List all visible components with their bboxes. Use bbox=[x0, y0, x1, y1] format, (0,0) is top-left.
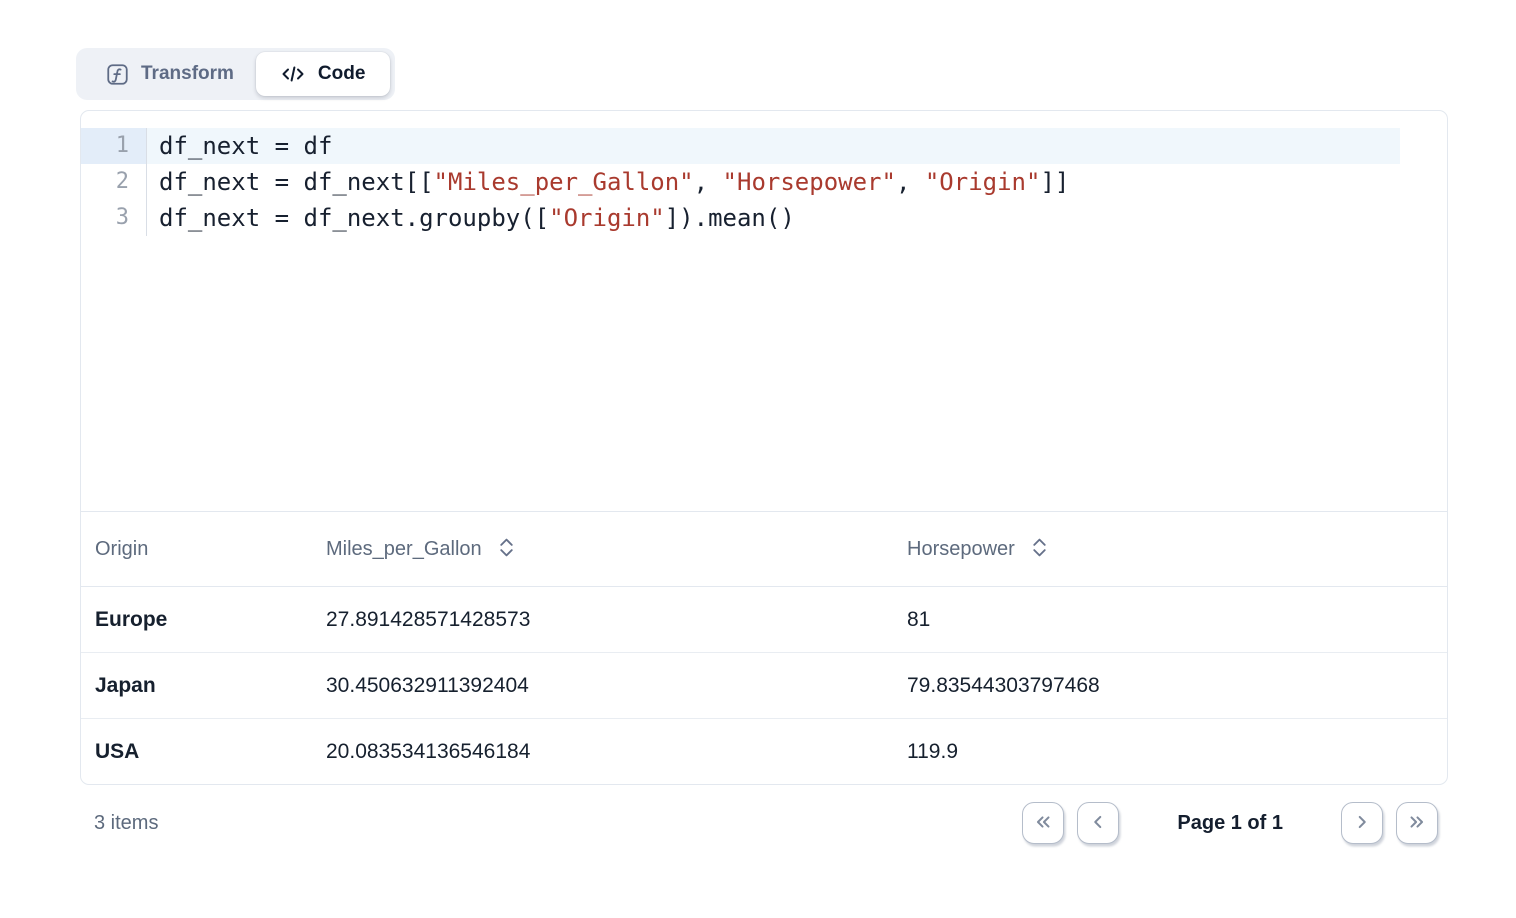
line-number: 3 bbox=[81, 200, 147, 236]
column-header-horsepower: Horsepower bbox=[907, 537, 1447, 561]
code-icon bbox=[281, 64, 305, 84]
cell-origin: Europe bbox=[95, 608, 326, 632]
sort-icon bbox=[499, 537, 514, 561]
cell-horsepower: 79.83544303797468 bbox=[907, 674, 1447, 698]
prev-page-button[interactable] bbox=[1077, 802, 1119, 844]
first-page-button[interactable] bbox=[1022, 802, 1064, 844]
chevrons-left-icon bbox=[1032, 811, 1054, 836]
table-footer: 3 items Page 1 of 1 bbox=[80, 799, 1448, 847]
sort-icon bbox=[1032, 537, 1047, 561]
tab-code[interactable]: Code bbox=[256, 52, 391, 96]
cell-horsepower: 119.9 bbox=[907, 740, 1447, 764]
table-row: Europe27.89142857142857381 bbox=[81, 587, 1447, 653]
line-number: 2 bbox=[81, 164, 147, 200]
view-tabbar: Transform Code bbox=[76, 48, 395, 100]
line-number: 1 bbox=[81, 128, 147, 164]
sort-button-miles-per-gallon[interactable] bbox=[499, 537, 514, 561]
page-indicator: Page 1 of 1 bbox=[1177, 812, 1283, 835]
tab-transform[interactable]: Transform bbox=[76, 63, 256, 85]
last-page-button[interactable] bbox=[1396, 802, 1438, 844]
chevron-right-icon bbox=[1351, 811, 1373, 836]
column-header-label: Miles_per_Gallon bbox=[326, 538, 482, 561]
table-header-row: Origin Miles_per_Gallon Horsepower bbox=[81, 512, 1447, 587]
tab-transform-label: Transform bbox=[141, 63, 234, 85]
code-line-text: df_next = df_next[["Miles_per_Gallon", "… bbox=[147, 164, 1400, 200]
table-body: Europe27.89142857142857381Japan30.450632… bbox=[81, 587, 1447, 784]
result-table: Origin Miles_per_Gallon Horsepower bbox=[81, 512, 1447, 784]
cell-miles-per-gallon: 27.891428571428573 bbox=[326, 608, 907, 632]
cell-miles-per-gallon: 30.450632911392404 bbox=[326, 674, 907, 698]
code-line-text: df_next = df_next.groupby(["Origin"]).me… bbox=[147, 200, 1400, 236]
table-row: USA20.083534136546184119.9 bbox=[81, 719, 1447, 784]
column-header-label: Origin bbox=[95, 538, 148, 561]
sort-button-horsepower[interactable] bbox=[1032, 537, 1047, 561]
cell-miles-per-gallon: 20.083534136546184 bbox=[326, 740, 907, 764]
code-editor[interactable]: 1df_next = df2df_next = df_next[["Miles_… bbox=[81, 111, 1447, 512]
chevrons-right-icon bbox=[1406, 811, 1428, 836]
cell-origin: USA bbox=[95, 740, 326, 764]
code-line[interactable]: 2df_next = df_next[["Miles_per_Gallon", … bbox=[81, 164, 1447, 200]
cell-origin: Japan bbox=[95, 674, 326, 698]
tab-code-label: Code bbox=[318, 63, 366, 85]
code-line[interactable]: 3df_next = df_next.groupby(["Origin"]).m… bbox=[81, 200, 1447, 236]
column-header-label: Horsepower bbox=[907, 538, 1015, 561]
cell-horsepower: 81 bbox=[907, 608, 1447, 632]
code-line-text: df_next = df bbox=[147, 128, 1400, 164]
column-header-origin: Origin bbox=[95, 538, 326, 561]
code-line[interactable]: 1df_next = df bbox=[81, 128, 1447, 164]
chevron-left-icon bbox=[1087, 811, 1109, 836]
function-icon bbox=[107, 64, 128, 85]
transform-panel: 1df_next = df2df_next = df_next[["Miles_… bbox=[80, 110, 1448, 785]
pagination: Page 1 of 1 bbox=[1022, 802, 1448, 844]
column-header-miles-per-gallon: Miles_per_Gallon bbox=[326, 537, 907, 561]
next-page-button[interactable] bbox=[1341, 802, 1383, 844]
table-row: Japan30.45063291139240479.83544303797468 bbox=[81, 653, 1447, 719]
items-count: 3 items bbox=[80, 812, 158, 835]
